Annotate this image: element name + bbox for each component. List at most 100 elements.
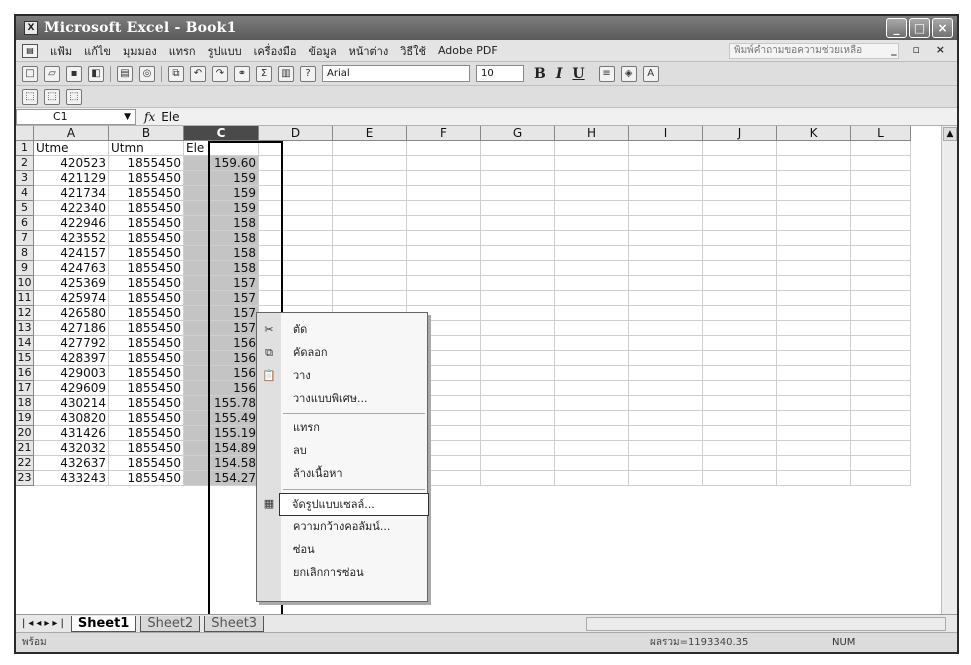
cell-empty[interactable] (629, 276, 703, 291)
row-header[interactable]: 3 (16, 171, 34, 186)
context-menu-item[interactable]: คัดลอก (281, 342, 427, 365)
cell-empty[interactable] (481, 201, 555, 216)
cell-empty[interactable] (407, 276, 481, 291)
cell-empty[interactable] (481, 216, 555, 231)
align-icon[interactable]: ≡ (598, 65, 615, 82)
cell-ele[interactable]: 159 (184, 186, 259, 201)
cell-empty[interactable] (777, 366, 851, 381)
cell-empty[interactable] (407, 156, 481, 171)
cell-ele[interactable]: 154.58 (184, 456, 259, 471)
cell-utme[interactable]: 430820 (34, 411, 109, 426)
cell-empty[interactable] (777, 201, 851, 216)
cell-utme[interactable]: 425369 (34, 276, 109, 291)
formula-input[interactable]: Ele (161, 110, 179, 124)
cell-empty[interactable] (703, 291, 777, 306)
column-header-b[interactable]: B (109, 126, 184, 141)
cell-utme[interactable]: 423552 (34, 231, 109, 246)
cell-empty[interactable] (777, 321, 851, 336)
cell-empty[interactable] (555, 456, 629, 471)
menu-window[interactable]: หน้าต่าง (349, 42, 389, 60)
cell-empty[interactable] (629, 171, 703, 186)
row-header[interactable]: 20 (16, 426, 34, 441)
menu-insert[interactable]: แทรก (169, 42, 196, 60)
menu-file[interactable]: แฟ้ม (50, 42, 72, 60)
cell-utmn[interactable]: 1855450 (109, 426, 184, 441)
cell-empty[interactable] (407, 171, 481, 186)
cell-utmn[interactable]: 1855450 (109, 381, 184, 396)
cell-utmn[interactable]: 1855450 (109, 201, 184, 216)
cell-empty[interactable] (703, 366, 777, 381)
cell-utmn[interactable]: 1855450 (109, 441, 184, 456)
cell-empty[interactable] (555, 291, 629, 306)
cell-ele[interactable]: 159 (184, 201, 259, 216)
cell-empty[interactable] (259, 156, 333, 171)
column-header-f[interactable]: F (407, 126, 481, 141)
cell-empty[interactable] (851, 381, 911, 396)
context-menu-item[interactable]: ยกเลิกการซ่อน (281, 562, 427, 585)
column-header-c[interactable]: C (184, 126, 259, 141)
cell-empty[interactable] (629, 246, 703, 261)
cell-empty[interactable] (777, 216, 851, 231)
cell-empty[interactable] (333, 156, 407, 171)
cell-empty[interactable] (481, 336, 555, 351)
menu-view[interactable]: มุมมอง (123, 42, 157, 60)
cell-empty[interactable] (629, 141, 703, 156)
cell-empty[interactable] (629, 156, 703, 171)
cell-empty[interactable] (777, 156, 851, 171)
cell-utmn[interactable]: 1855450 (109, 411, 184, 426)
cell-empty[interactable] (333, 201, 407, 216)
cell-empty[interactable] (629, 321, 703, 336)
cell-utme[interactable]: 424763 (34, 261, 109, 276)
cell-empty[interactable] (777, 231, 851, 246)
cell-empty[interactable] (481, 246, 555, 261)
close-button[interactable]: × (932, 18, 953, 38)
chart-wizard-icon[interactable]: ▥ (278, 65, 294, 82)
cell-empty[interactable] (555, 261, 629, 276)
cell-empty[interactable] (481, 306, 555, 321)
spreadsheet-grid[interactable]: A B C D E F G H I J K L 1 Utme Utmn Ele 2 420… (16, 126, 957, 614)
cell-empty[interactable] (481, 276, 555, 291)
cell-empty[interactable] (407, 261, 481, 276)
cell-utme[interactable]: 430214 (34, 396, 109, 411)
context-menu-item[interactable]: ความกว้างคอลัมน์... (281, 516, 427, 539)
context-menu-item[interactable]: ลบ (281, 440, 427, 463)
cell-empty[interactable] (407, 201, 481, 216)
menu-edit[interactable]: แก้ไข (84, 42, 111, 60)
font-color-icon[interactable]: A (642, 65, 659, 82)
cell-utme[interactable]: 431426 (34, 426, 109, 441)
cell-empty[interactable] (481, 441, 555, 456)
row-header[interactable]: 13 (16, 321, 34, 336)
cell-utmn[interactable]: 1855450 (109, 396, 184, 411)
redo-icon[interactable]: ↷ (212, 65, 228, 82)
cell-ele[interactable]: Ele (184, 141, 259, 156)
autosum-icon[interactable]: Σ (256, 65, 272, 82)
cell-empty[interactable] (333, 141, 407, 156)
row-header[interactable]: 7 (16, 231, 34, 246)
cell-utmn[interactable]: 1855450 (109, 471, 184, 486)
cell-empty[interactable] (629, 306, 703, 321)
cell-empty[interactable] (851, 441, 911, 456)
cell-utmn[interactable]: 1855450 (109, 306, 184, 321)
cell-empty[interactable] (851, 396, 911, 411)
cell-empty[interactable] (777, 141, 851, 156)
cell-empty[interactable] (481, 171, 555, 186)
tab-navigation-icon[interactable]: |◂◂▸▸| (22, 618, 67, 629)
cell-empty[interactable] (851, 156, 911, 171)
row-header[interactable]: 14 (16, 336, 34, 351)
cell-empty[interactable] (629, 411, 703, 426)
row-header[interactable]: 16 (16, 366, 34, 381)
cell-empty[interactable] (555, 396, 629, 411)
column-header-h[interactable]: H (555, 126, 629, 141)
row-header[interactable]: 15 (16, 351, 34, 366)
cell-empty[interactable] (259, 186, 333, 201)
row-header[interactable]: 21 (16, 441, 34, 456)
chevron-down-icon[interactable]: ▼ (124, 110, 131, 124)
cell-utmn[interactable]: 1855450 (109, 186, 184, 201)
cell-empty[interactable] (777, 471, 851, 486)
cell-empty[interactable] (703, 426, 777, 441)
row-header[interactable]: 19 (16, 411, 34, 426)
cell-utme[interactable]: 420523 (34, 156, 109, 171)
cell-empty[interactable] (851, 141, 911, 156)
cell-utme[interactable]: 427186 (34, 321, 109, 336)
cell-utmn[interactable]: 1855450 (109, 246, 184, 261)
